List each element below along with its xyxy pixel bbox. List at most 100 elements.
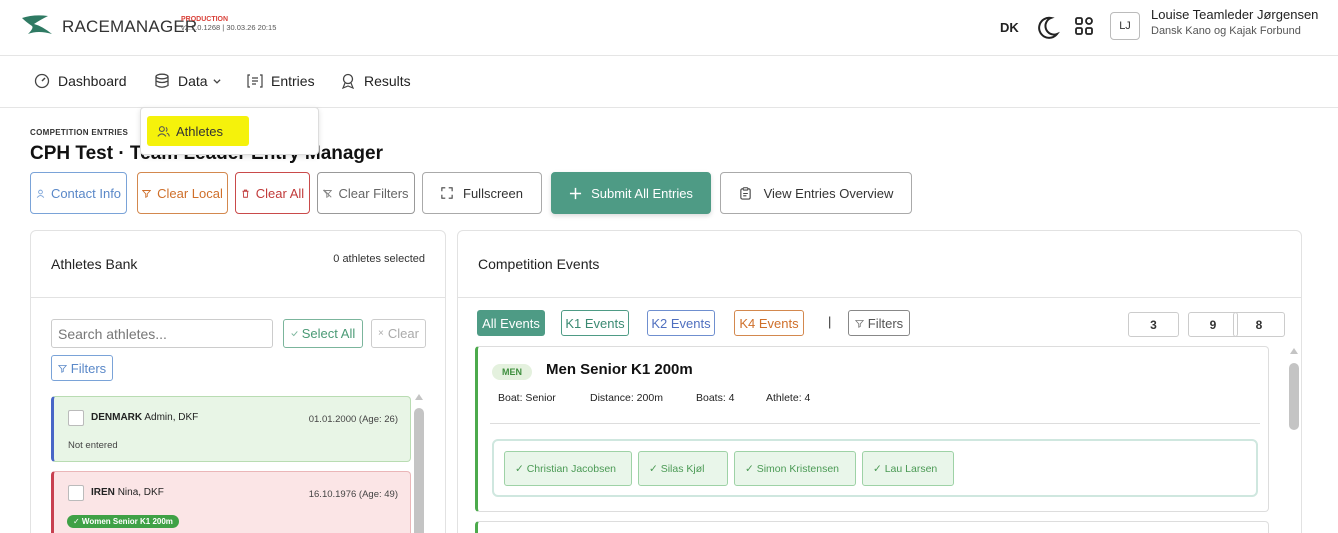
clear-local-button[interactable]: Clear Local	[137, 172, 228, 214]
tab-k2-events[interactable]: K2 Events	[647, 310, 715, 336]
expand-icon	[441, 187, 453, 199]
scroll-up-icon[interactable]	[1290, 348, 1298, 354]
scroll-up-icon[interactable]	[415, 394, 423, 400]
plus-icon	[569, 187, 582, 199]
count-box-3[interactable]: 8	[1233, 312, 1285, 337]
contact-info-button[interactable]: Contact Info	[30, 172, 127, 214]
clear-all-button[interactable]: Clear All	[235, 172, 310, 214]
moon-icon[interactable]	[1035, 14, 1061, 40]
award-icon	[341, 73, 355, 89]
tab-separator: |	[828, 314, 832, 329]
nav-dashboard[interactable]: Dashboard	[34, 73, 127, 89]
apps-grid-icon[interactable]	[1073, 15, 1095, 37]
athlete-checkbox[interactable]	[68, 410, 84, 426]
boat-entry[interactable]: ✓ Christian Jacobsen	[504, 451, 632, 486]
clear-filters-button[interactable]: Clear Filters	[317, 172, 415, 214]
tab-k4-events[interactable]: K4 Events	[734, 310, 804, 336]
event-title: Men Senior K1 200m	[546, 361, 693, 378]
athlete-filters-button[interactable]: Filters	[51, 355, 113, 381]
clipboard-icon	[739, 186, 751, 200]
data-dropdown-menu: Athletes	[140, 107, 319, 155]
event-divider	[490, 423, 1260, 424]
user-name: Louise Teamleder Jørgensen	[1151, 7, 1319, 22]
nav-results[interactable]: Results	[340, 73, 411, 89]
athletes-bank-panel: Athletes Bank 0 athletes selected Select…	[30, 230, 446, 533]
view-entries-overview-label: View Entries Overview	[763, 185, 894, 201]
language-switch[interactable]: DK	[1000, 20, 1019, 35]
nav-entries-label: Entries	[271, 73, 315, 89]
athlete-name-text: Nina, DKF	[117, 487, 164, 498]
nav-dashboard-label: Dashboard	[58, 73, 127, 89]
event-filters-button[interactable]: Filters	[848, 310, 910, 336]
boat-entry[interactable]: ✓ Simon Kristensen	[734, 451, 856, 486]
entered-event-badge: ✓ Women Senior K1 200m	[67, 515, 179, 528]
event-card[interactable]: MEN Men Senior K1 200m Boat: Senior Dist…	[475, 346, 1269, 512]
search-athletes-input[interactable]	[51, 319, 273, 348]
avatar[interactable]: LJ	[1110, 12, 1140, 40]
menu-item-athletes[interactable]: Athletes	[147, 116, 249, 146]
boat-entry[interactable]: ✓ Lau Larsen	[862, 451, 954, 486]
athlete-name: DENMARK Admin, DKF	[91, 412, 198, 423]
event-boat: Boat: Senior	[498, 392, 556, 404]
scrollbar-thumb[interactable]	[1289, 363, 1299, 430]
nav-results-label: Results	[364, 73, 411, 89]
contact-info-label: Contact Info	[50, 185, 122, 201]
fullscreen-label: Fullscreen	[463, 185, 523, 201]
filter-icon	[854, 319, 864, 328]
submit-all-entries-button[interactable]: Submit All Entries	[551, 172, 711, 214]
brand-meta: PRODUCTION v2.1.0.1268 | 30.03.26 20:15	[181, 16, 276, 32]
clear-all-label: Clear All	[255, 185, 305, 201]
boat-entry-label: ✓ Christian Jacobsen	[515, 462, 617, 475]
event-card[interactable]	[475, 521, 1269, 533]
nav-data[interactable]: Data	[154, 73, 222, 89]
athlete-card[interactable]: DENMARK Admin, DKF 01.01.2000 (Age: 26) …	[51, 396, 411, 462]
tab-all-events[interactable]: All Events	[477, 310, 545, 336]
tab-k1-events[interactable]: K1 Events	[561, 310, 629, 336]
clear-selection-button[interactable]: × Clear	[371, 319, 426, 348]
clear-selection-label: Clear	[387, 326, 419, 341]
athlete-name-text: Admin, DKF	[144, 412, 199, 423]
top-bar: RACEMANAGER PRODUCTION v2.1.0.1268 | 30.…	[0, 0, 1338, 56]
nav-entries[interactable]: Entries	[247, 73, 315, 89]
brand-name: RACEMANAGER	[62, 17, 198, 36]
view-entries-overview-button[interactable]: View Entries Overview	[720, 172, 912, 214]
main-nav: Dashboard Data Entries Results	[0, 56, 1338, 108]
menu-item-athletes-label: Athletes	[176, 123, 223, 139]
select-all-button[interactable]: Select All	[283, 319, 363, 348]
nav-data-label: Data	[178, 73, 208, 89]
racemanager-logo-icon[interactable]	[20, 12, 56, 42]
events-scrollbar[interactable]	[1289, 346, 1299, 436]
event-athlete-count: Athlete: 4	[766, 392, 811, 404]
boat-entry-label: ✓ Lau Larsen	[873, 462, 938, 475]
athlete-status: Not entered	[68, 440, 118, 451]
boat-entry-label: ✓ Silas Kjøl	[649, 462, 705, 475]
gender-badge: MEN	[492, 364, 532, 380]
athlete-filters-label: Filters	[70, 360, 107, 376]
filter-off-icon	[323, 188, 333, 198]
boat-entry[interactable]: ✓ Silas Kjøl	[638, 451, 728, 486]
selected-count: 0 athletes selected	[333, 253, 425, 265]
database-icon	[155, 73, 169, 88]
event-distance: Distance: 200m	[590, 392, 663, 404]
select-all-label: Select All	[301, 326, 356, 341]
user-organization: Dansk Kano og Kajak Forbund	[1151, 25, 1301, 37]
clear-local-label: Clear Local	[157, 185, 223, 201]
athletes-bank-header: Athletes Bank 0 athletes selected	[31, 231, 445, 298]
boat-entry-label: ✓ Simon Kristensen	[745, 462, 840, 475]
filter-icon	[142, 189, 152, 198]
entered-boats-area[interactable]: ✓ Christian Jacobsen ✓ Silas Kjøl ✓ Simo…	[492, 439, 1258, 497]
event-boats-count: Boats: 4	[696, 392, 735, 404]
athlete-checkbox[interactable]	[68, 485, 84, 501]
count-box-2[interactable]: 9	[1188, 312, 1238, 337]
scrollbar-thumb[interactable]	[414, 408, 424, 533]
event-filters-label: Filters	[867, 315, 904, 331]
count-box-1[interactable]: 3	[1128, 312, 1179, 337]
clear-filters-label: Clear Filters	[338, 185, 409, 201]
athlete-dob: 01.01.2000 (Age: 26)	[308, 414, 398, 425]
athlete-country: DENMARK	[91, 412, 143, 423]
section-kicker: COMPETITION ENTRIES	[30, 128, 129, 137]
athlete-card[interactable]: IREN Nina, DKF 16.10.1976 (Age: 49) ✓ Wo…	[51, 471, 411, 533]
fullscreen-button[interactable]: Fullscreen	[422, 172, 542, 214]
athlete-country: IREN	[91, 487, 115, 498]
athletes-scrollbar[interactable]	[414, 394, 424, 533]
